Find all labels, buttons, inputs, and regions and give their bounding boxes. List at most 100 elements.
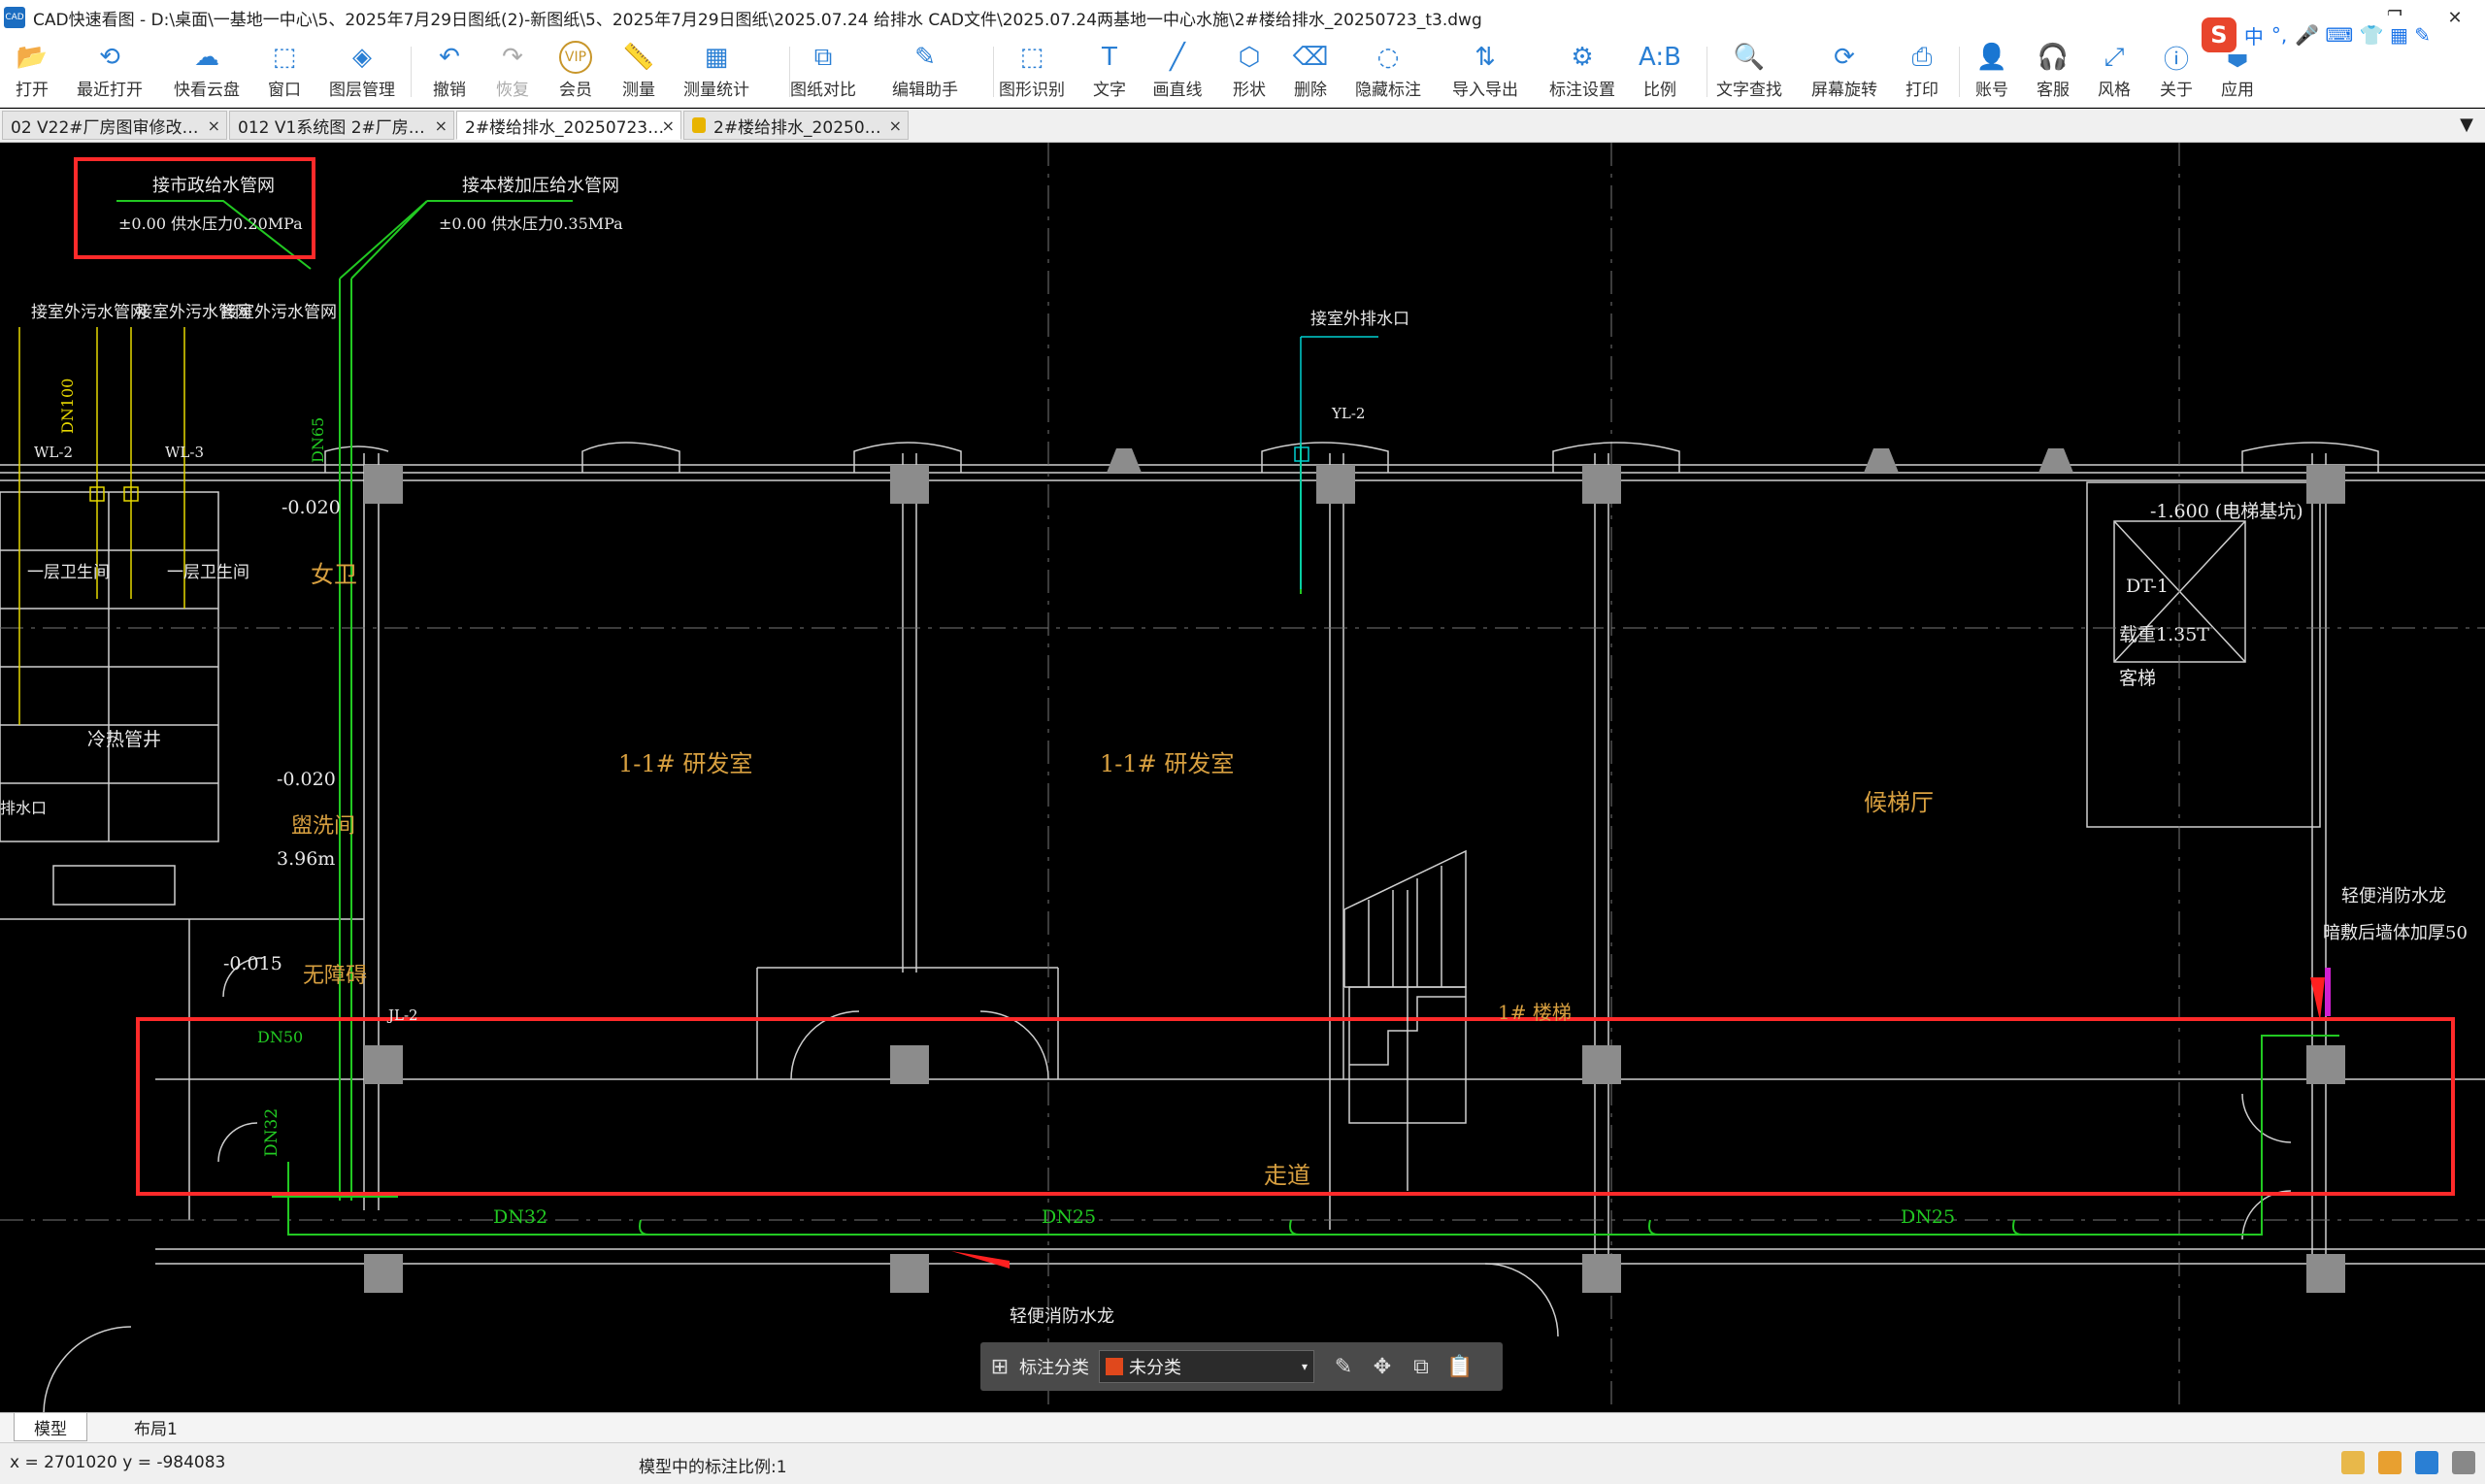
room-label-female-wc: 女卫 — [311, 561, 357, 588]
document-tab[interactable]: 02 V22#厂房图审修改… × — [2, 111, 227, 140]
toolbar-button-line[interactable]: ╱ 画直线 — [1139, 41, 1216, 100]
document-tab-label: 012 V1系统图 2#厂房… — [238, 117, 425, 138]
close-window-button[interactable]: ✕ — [2425, 0, 2485, 35]
status-bar: x = 2701020 y = -984083 模型中的标注比例:1 — [0, 1442, 2485, 1484]
sogou-logo-icon[interactable]: S — [2201, 17, 2236, 52]
layout-tabs: 模型 布局1 — [0, 1412, 2485, 1442]
toolbar-button-label: 图形识别 — [999, 81, 1065, 100]
toolbar-button-measure-stats[interactable]: ▦ 测量统计 — [678, 41, 755, 100]
account-icon: 👤 — [1975, 43, 2008, 72]
toolbar-button-label: 删除 — [1294, 81, 1327, 100]
toolbar-button-label: 最近打开 — [77, 81, 143, 100]
copy-icon[interactable]: ⧉ — [1402, 1355, 1441, 1379]
app-logo-icon: CAD — [4, 7, 25, 28]
level-mark-2: -0.020 — [277, 769, 336, 790]
document-tabs: 02 V22#厂房图审修改… × 012 V1系统图 2#厂房… × 2#楼给排水_20… — [0, 109, 2485, 143]
toolbar-button-import-export[interactable]: ⇅ 导入导出 — [1446, 41, 1524, 100]
note-supply2: 接本楼加压给水管网 — [462, 176, 619, 196]
toolbar-button-cloud[interactable]: ☁ 快看云盘 — [168, 41, 246, 100]
toolbar-button-label: 打开 — [16, 81, 49, 100]
note-supply1: 接市政给水管网 — [152, 176, 275, 196]
toolbar-button-label: 应用 — [2221, 81, 2254, 100]
toolbar-separator — [993, 47, 994, 97]
toolbar-button-annotation-settings[interactable]: ⚙ 标注设置 — [1543, 41, 1621, 100]
pipe-size-dn100: DN100 — [58, 378, 77, 434]
cad-drawing-canvas[interactable]: 接市政给水管网 ±0.00 供水压力0.20MPa 接本楼加压给水管网 ±0.0… — [0, 143, 2485, 1412]
status-markup-icon[interactable] — [2378, 1451, 2402, 1474]
annotation-category-label: 标注分类 — [1019, 1358, 1089, 1378]
elevator-type-label: 客梯 — [2119, 668, 2157, 689]
toolbar-button-label: 隐藏标注 — [1355, 81, 1421, 100]
toolbar-button-rotate-screen[interactable]: ⟳ 屏幕旋转 — [1806, 41, 1883, 100]
toolbar-button-scale[interactable]: A:B 比例 — [1621, 41, 1699, 100]
document-tab-label: 2#楼给排水_20250723… — [465, 117, 665, 138]
close-tab-icon[interactable]: × — [889, 116, 902, 135]
ime-punctuation-button[interactable]: °, — [2271, 23, 2287, 47]
hide-annotation-icon: ◌ — [1376, 43, 1400, 72]
toolbar-button-print[interactable]: ⎙ 打印 — [1883, 41, 1961, 101]
annotation-scale-text: 模型中的标注比例:1 — [639, 1458, 787, 1477]
toolbar-button-text-search[interactable]: 🔍 文字查找 — [1710, 41, 1788, 100]
elevator-pit-label: -1.600 (电梯基坑) — [2150, 501, 2303, 522]
toolbar-button-layers[interactable]: ◈ 图层管理 — [323, 41, 401, 100]
document-tab[interactable]: 2#楼给排水_20250723… × — [456, 111, 681, 140]
fire-hose-sub-label: 暗敷后墙体加厚50 — [2323, 923, 2468, 943]
annotation-settings-icon: ⚙ — [1571, 43, 1594, 72]
height-mark: 3.96m — [277, 848, 336, 870]
toolbar-button-label: 图纸对比 — [790, 81, 856, 100]
ime-extra-buttons[interactable]: 🎤 ⌨ 👕 ▦ ✎ — [2295, 23, 2431, 47]
cad-drawing-svg — [0, 143, 2485, 1412]
close-tab-icon[interactable]: × — [662, 116, 675, 135]
toolbar-button-window[interactable]: ⬚ 窗口 — [246, 41, 323, 100]
toolbar-button-label: 图层管理 — [329, 81, 395, 100]
rotate-screen-icon: ⟳ — [1834, 43, 1855, 72]
text-search-icon: 🔍 — [1733, 43, 1766, 72]
layers-icon: ◈ — [352, 43, 372, 72]
annotation-category-select[interactable]: 未分类 ▾ — [1099, 1350, 1314, 1383]
vip-icon: VIP — [559, 41, 592, 74]
toolbar-button-label: 窗口 — [268, 81, 301, 100]
pipe-size-dn32: DN32 — [493, 1206, 548, 1228]
cloud-icon: ☁ — [194, 43, 219, 72]
toolbar-button-eraser[interactable]: ⌫ 删除 — [1272, 41, 1349, 100]
toolbar-button-edit-assistant[interactable]: ✎ 编辑助手 — [886, 41, 964, 100]
toolbar-separator — [1959, 47, 1960, 97]
toolbar-button-recent[interactable]: ⟲ 最近打开 — [71, 41, 149, 100]
pipe-size-dn32-vertical: DN32 — [262, 1107, 282, 1157]
document-tab[interactable]: 2#楼给排水_20250… × — [683, 111, 909, 140]
paste-icon[interactable]: 📋 — [1441, 1355, 1479, 1379]
edit-icon[interactable]: ✎ — [1324, 1355, 1363, 1379]
pipe-size-dn50: DN50 — [257, 1028, 304, 1046]
status-fullscreen-icon[interactable] — [2452, 1451, 2475, 1474]
toolbar-button-shape-recognize[interactable]: ⬚ 图形识别 — [993, 41, 1071, 100]
window-icon: ⬚ — [272, 43, 297, 72]
toolbar-button-ruler[interactable]: 📏 测量 — [600, 41, 678, 100]
outlet-side-label: 排水口 — [0, 799, 48, 817]
close-tab-icon[interactable]: × — [208, 116, 220, 135]
tab-model[interactable]: 模型 — [14, 1413, 87, 1441]
toolbar-button-hide-annotation[interactable]: ◌ 隐藏标注 — [1349, 41, 1427, 100]
document-tab[interactable]: 012 V1系统图 2#厂房… × — [229, 111, 454, 140]
compare-icon: ⧉ — [813, 42, 833, 72]
close-tab-icon[interactable]: × — [435, 116, 447, 135]
grid-icon[interactable]: ⊞ — [980, 1355, 1019, 1379]
eraser-icon: ⌫ — [1292, 43, 1329, 72]
room-label-lab-2: 1-1# 研发室 — [1100, 750, 1235, 777]
ime-mode-button[interactable]: 中 — [2244, 21, 2264, 49]
annotation-category-value: 未分类 — [1129, 1358, 1181, 1378]
redo-icon: ↷ — [502, 43, 523, 72]
import-export-icon: ⇅ — [1474, 43, 1496, 72]
toolbar-button-text[interactable]: T 文字 — [1071, 41, 1148, 100]
tab-layout1[interactable]: 布局1 — [115, 1413, 197, 1440]
move-icon[interactable]: ✥ — [1363, 1355, 1402, 1379]
headset-icon: 🎧 — [2037, 43, 2070, 72]
status-snap-icon[interactable] — [2415, 1451, 2438, 1474]
cursor-coordinates: x = 2701020 y = -984083 — [10, 1453, 226, 1472]
status-notes-icon[interactable] — [2341, 1451, 2365, 1474]
tab-list-dropdown-icon[interactable]: ▼ — [2460, 115, 2473, 135]
label-wl2: WL-2 — [34, 444, 73, 461]
annotation-rectangles — [74, 157, 2455, 1196]
toolbar-button-compare[interactable]: ⧉ 图纸对比 — [784, 41, 862, 101]
toolbar-button-folder-open[interactable]: 📂 打开 — [0, 41, 71, 100]
line-icon: ╱ — [1170, 43, 1185, 72]
